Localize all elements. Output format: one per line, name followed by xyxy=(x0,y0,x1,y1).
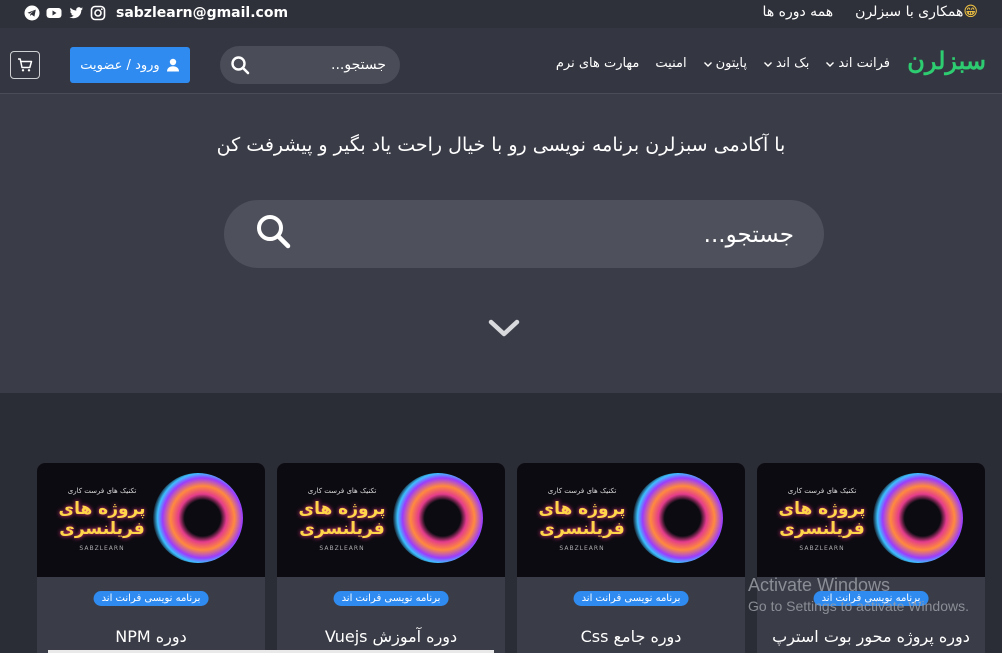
course-card[interactable]: تکنیک های فرست کاری پروژه های فریلنسری S… xyxy=(37,463,265,653)
search-icon[interactable] xyxy=(254,212,292,250)
main-nav: سبزلرن فرانت اند بک اند پایتون امنیت مها… xyxy=(0,28,1002,94)
top-bar: sabzlearn@gmail.com 😁همکاری با سبزلرن هم… xyxy=(0,0,1002,28)
social-links: sabzlearn@gmail.com xyxy=(24,5,288,21)
chevron-down-icon xyxy=(703,61,712,67)
course-card[interactable]: تکنیک های فرست کاری پروژه های فریلنسری S… xyxy=(277,463,505,653)
top-link-cooperation[interactable]: 😁همکاری با سبزلرن xyxy=(855,4,978,20)
contact-email[interactable]: sabzlearn@gmail.com xyxy=(116,5,288,21)
course-title[interactable]: دوره آموزش Vuejs xyxy=(277,627,505,646)
instagram-icon[interactable] xyxy=(90,5,106,21)
course-category-badge[interactable]: برنامه نویسی فرانت اند xyxy=(813,591,929,606)
nav-menu: فرانت اند بک اند پایتون امنیت مهارت های … xyxy=(556,56,890,71)
hero-search-input[interactable] xyxy=(394,220,794,250)
nav-item-security[interactable]: امنیت xyxy=(655,56,686,71)
nav-item-soft-skills[interactable]: مهارت های نرم xyxy=(556,56,640,71)
twitter-icon[interactable] xyxy=(68,5,84,21)
thumbnail-art xyxy=(873,473,963,563)
course-thumbnail: تکنیک های فرست کاری پروژه های فریلنسری S… xyxy=(757,463,985,577)
user-icon xyxy=(166,58,179,72)
nav-search-input[interactable] xyxy=(276,54,386,76)
cart-icon xyxy=(18,58,33,72)
login-register-button[interactable]: ورود / عضویت xyxy=(70,47,190,83)
course-card[interactable]: تکنیک های فرست کاری پروژه های فریلنسری S… xyxy=(517,463,745,653)
course-title[interactable]: دوره جامع Css xyxy=(517,627,745,646)
course-title[interactable]: دوره پروژه محور بوت استرپ xyxy=(757,627,985,646)
nav-search-box xyxy=(220,46,400,84)
chevron-down-icon[interactable] xyxy=(487,316,521,340)
chevron-down-icon xyxy=(826,61,835,67)
youtube-icon[interactable] xyxy=(46,5,62,21)
telegram-icon[interactable] xyxy=(24,5,40,21)
nav-item-frontend[interactable]: فرانت اند xyxy=(825,56,890,71)
thumbnail-art xyxy=(393,473,483,563)
course-category-badge[interactable]: برنامه نویسی فرانت اند xyxy=(573,591,689,606)
course-thumbnail: تکنیک های فرست کاری پروژه های فریلنسری S… xyxy=(517,463,745,577)
thumbnail-art xyxy=(153,473,243,563)
chevron-down-icon xyxy=(763,61,772,67)
course-category-badge[interactable]: برنامه نویسی فرانت اند xyxy=(93,591,209,606)
course-category-badge[interactable]: برنامه نویسی فرانت اند xyxy=(333,591,449,606)
top-links: 😁همکاری با سبزلرن همه دوره ها xyxy=(763,4,978,20)
course-thumbnail: تکنیک های فرست کاری پروژه های فریلنسری S… xyxy=(37,463,265,577)
site-logo[interactable]: سبزلرن xyxy=(907,46,986,75)
cart-button[interactable] xyxy=(10,51,40,79)
nav-item-python[interactable]: پایتون xyxy=(703,56,747,71)
top-link-all-courses[interactable]: همه دوره ها xyxy=(763,4,834,20)
courses-section: تکنیک های فرست کاری پروژه های فریلنسری S… xyxy=(0,393,1002,653)
course-card[interactable]: تکنیک های فرست کاری پروژه های فریلنسری S… xyxy=(757,463,985,653)
hero-search-box xyxy=(224,200,824,268)
course-thumbnail: تکنیک های فرست کاری پروژه های فریلنسری S… xyxy=(277,463,505,577)
grin-emoji-icon: 😁 xyxy=(963,4,978,20)
course-title[interactable]: دوره NPM xyxy=(37,627,265,646)
hero-section: با آکادمی سبزلرن برنامه نویسی رو با خیال… xyxy=(0,94,1002,393)
hero-title: با آکادمی سبزلرن برنامه نویسی رو با خیال… xyxy=(216,134,786,156)
search-icon[interactable] xyxy=(230,55,250,75)
nav-item-backend[interactable]: بک اند xyxy=(763,56,809,71)
thumbnail-art xyxy=(633,473,723,563)
